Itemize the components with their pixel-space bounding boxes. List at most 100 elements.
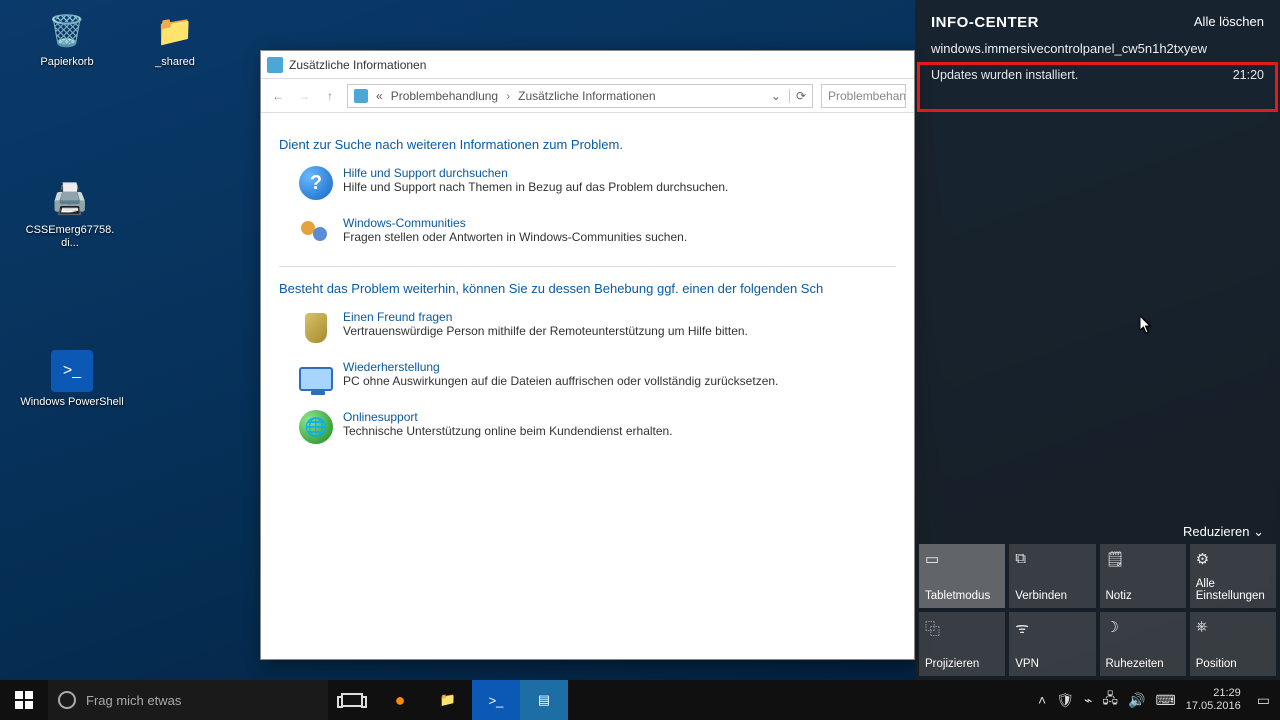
notification-time: 21:20 [1233,68,1264,82]
tablet-icon: ▭ [925,550,999,568]
taskbar-app-explorer[interactable]: 📁 [424,680,472,720]
control-panel-icon [354,89,368,103]
nav-forward-button[interactable]: → [295,89,313,103]
tile-quiet-hours[interactable]: ☽Ruhezeiten [1100,612,1186,676]
cortana-search-input[interactable]: Frag mich etwas [48,680,328,720]
control-panel-icon [267,57,283,73]
people-icon [299,216,333,250]
nav-back-button[interactable]: ← [269,89,287,103]
pc-icon [299,360,333,394]
desktop-icon-label: _shared [136,56,214,69]
tray-battery-icon[interactable]: ⌁ [1084,692,1092,709]
tile-location[interactable]: ⎈Position [1190,612,1276,676]
firefox-icon: ● [395,690,406,711]
window-titlebar[interactable]: Zusätzliche Informationen [261,51,914,79]
action-center-button[interactable]: ▭ [1257,692,1270,709]
tile-project[interactable]: ⿻Projizieren [919,612,1005,676]
moon-icon: ☽ [1106,618,1180,636]
divider [279,266,896,267]
tray-network-icon[interactable]: 🖧 [1102,688,1118,712]
notification-text: Updates wurden installiert. [931,68,1078,82]
help-entry: Wiederherstellung PC ohne Auswirkungen a… [299,360,896,394]
section-heading: Besteht das Problem weiterhin, können Si… [279,281,896,296]
nav-up-button[interactable]: ↑ [321,89,339,103]
tray-chevron-up-icon[interactable]: ˄ [1038,692,1046,708]
cortana-icon [58,691,76,709]
recovery-link[interactable]: Wiederherstellung [343,360,778,374]
taskbar-clock[interactable]: 21:29 17.05.2016 [1186,687,1247,712]
help-entry: 🌐 Onlinesupport Technische Unterstützung… [299,410,896,444]
taskbar-app-firefox[interactable]: ● [376,680,424,720]
desktop-icon-label: Windows PowerShell [14,396,130,409]
entry-description: Fragen stellen oder Antworten in Windows… [343,230,687,244]
entry-description: Hilfe und Support nach Themen in Bezug a… [343,180,728,194]
ask-friend-link[interactable]: Einen Freund fragen [343,310,748,324]
entry-description: Vertrauenswürdige Person mithilfe der Re… [343,324,748,338]
taskbar-app-control-panel[interactable]: ▤ [520,680,568,720]
window-content: Dient zur Suche nach weiteren Informatio… [261,113,914,659]
taskbar-app-powershell[interactable]: >_ [472,680,520,720]
collapse-button[interactable]: Reduzieren ⌄ [1183,524,1264,540]
powershell-icon: >_ [489,693,504,708]
help-entry: Einen Freund fragen Vertrauenswürdige Pe… [299,310,896,344]
tray-security-icon[interactable]: 🛡 [1056,692,1074,709]
control-panel-icon: ▤ [538,692,550,708]
chevron-down-icon: ⌄ [1253,524,1264,539]
action-center-panel: INFO-CENTER Alle löschen windows.immersi… [915,0,1280,680]
desktop-icon-label: Papierkorb [28,56,106,69]
troubleshooting-window: Zusätzliche Informationen ← → ↑ « Proble… [260,50,915,660]
help-icon: ? [299,166,333,200]
chevron-right-icon: › [506,89,510,103]
help-entry: Windows-Communities Fragen stellen oder … [299,216,896,250]
location-icon: ⎈ [1196,618,1270,635]
project-icon: ⿻ [925,618,999,639]
tile-vpn[interactable]: ᯤVPN [1009,612,1095,676]
folder-icon: 📁 [154,10,196,52]
notification-group-header[interactable]: windows.immersivecontrolpanel_cw5n1h2txy… [915,39,1280,62]
globe-icon: 🌐 [299,410,333,444]
note-icon: 🗒 [1106,550,1180,568]
online-support-link[interactable]: Onlinesupport [343,410,673,424]
quick-action-tiles: ▭Tabletmodus ⧉Verbinden 🗒Notiz ⚙Alle Ein… [915,540,1280,680]
desktop-icon-powershell[interactable]: >_ Windows PowerShell [14,350,130,409]
system-tray: ˄ 🛡 ⌁ 🖧 🔊 ⌨ 21:29 17.05.2016 ▭ [1028,680,1280,720]
tile-note[interactable]: 🗒Notiz [1100,544,1186,608]
help-search-link[interactable]: Hilfe und Support durchsuchen [343,166,728,180]
start-button[interactable] [0,680,48,720]
breadcrumb-item[interactable]: Problembehandlung [391,89,498,103]
search-input[interactable]: Problembehand [821,84,906,108]
tile-tablet-mode[interactable]: ▭Tabletmodus [919,544,1005,608]
desktop-icon-shared-folder[interactable]: 📁 _shared [136,10,214,69]
recycle-bin-icon: 🗑️ [46,10,88,52]
vpn-icon: ᯤ [1015,618,1089,638]
breadcrumb-item[interactable]: Zusätzliche Informationen [518,89,655,103]
search-placeholder: Frag mich etwas [86,693,181,708]
shield-icon [299,310,333,344]
clear-all-button[interactable]: Alle löschen [1194,14,1264,31]
section-heading: Dient zur Suche nach weiteren Informatio… [279,137,896,152]
communities-link[interactable]: Windows-Communities [343,216,687,230]
entry-description: PC ohne Auswirkungen auf die Dateien auf… [343,374,778,388]
action-center-title: INFO-CENTER [931,14,1039,31]
folder-icon: 📁 [440,692,456,708]
entry-description: Technische Unterstützung online beim Kun… [343,424,673,438]
notification-item[interactable]: Updates wurden installiert. 21:20 [915,62,1280,92]
breadcrumb[interactable]: « Problembehandlung › Zusätzliche Inform… [347,84,813,108]
tile-connect[interactable]: ⧉Verbinden [1009,544,1095,608]
task-view-button[interactable] [328,680,376,720]
address-bar: ← → ↑ « Problembehandlung › Zusätzliche … [261,79,914,113]
connect-icon: ⧉ [1015,550,1089,567]
gear-icon: ⚙ [1196,550,1270,568]
refresh-button[interactable]: ⟳ [789,89,806,103]
breadcrumb-prefix: « [376,89,383,103]
powershell-icon: >_ [51,350,93,392]
tray-keyboard-icon[interactable]: ⌨ [1155,692,1175,709]
package-icon: 🖨️ [49,178,91,220]
desktop-icon-label: CSSEmerg67758. di... [20,224,120,250]
tile-all-settings[interactable]: ⚙Alle Einstellungen [1190,544,1276,608]
desktop-icon-cssemerg[interactable]: 🖨️ CSSEmerg67758. di... [20,178,120,250]
chevron-down-icon[interactable]: ⌄ [771,89,781,103]
clock-time: 21:29 [1186,687,1241,700]
tray-volume-icon[interactable]: 🔊 [1128,692,1145,709]
desktop-icon-recycle-bin[interactable]: 🗑️ Papierkorb [28,10,106,69]
